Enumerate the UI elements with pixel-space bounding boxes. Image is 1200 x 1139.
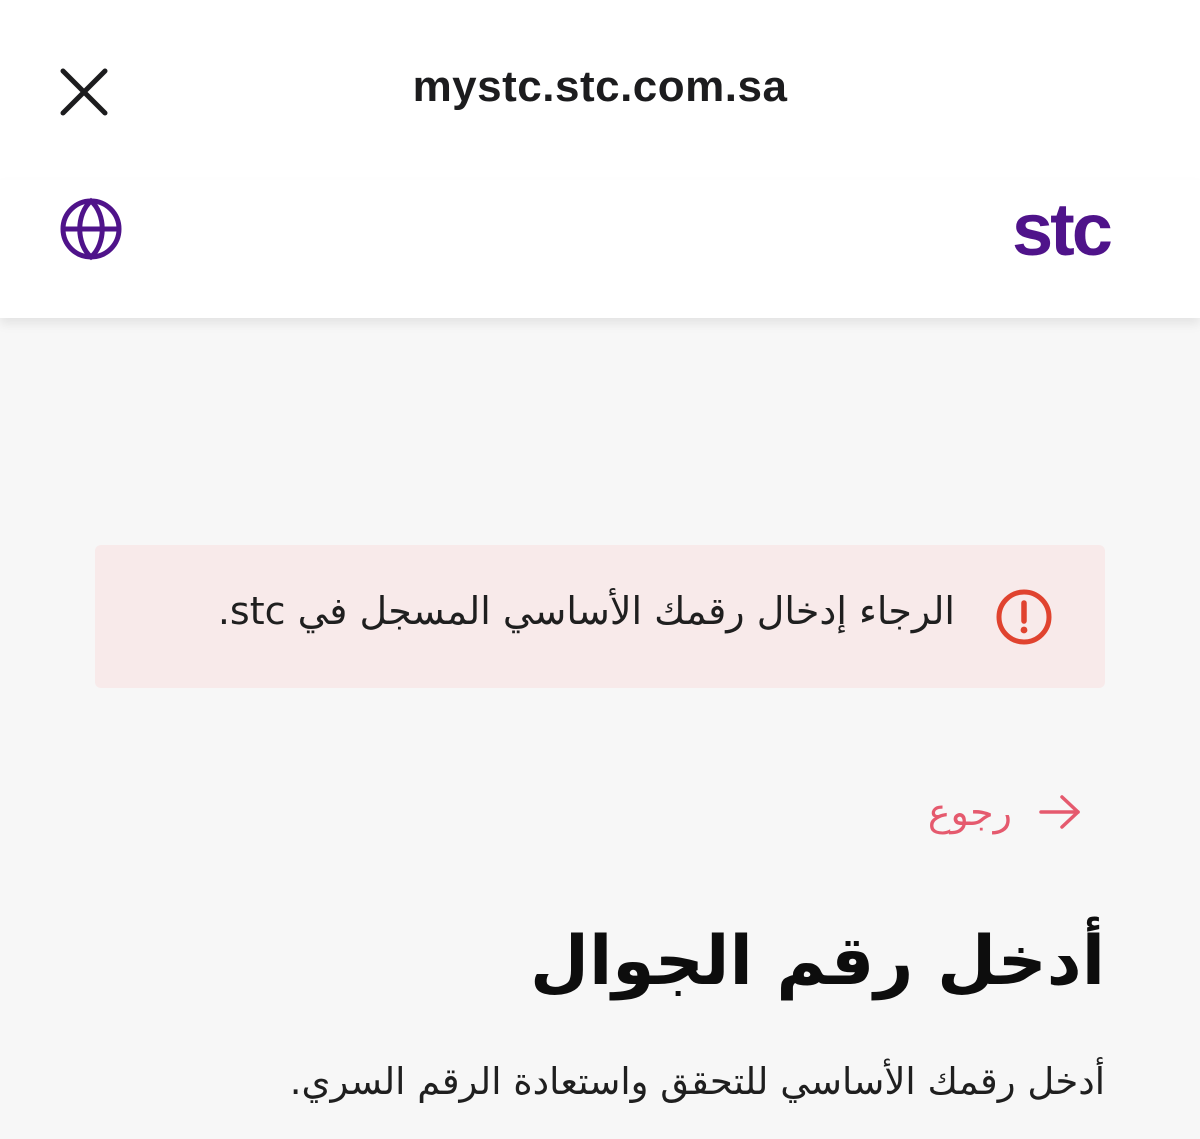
- site-header: stc: [0, 180, 1200, 318]
- browser-bar: mystc.stc.com.sa: [0, 0, 1200, 180]
- arrow-right-icon: [1038, 792, 1082, 832]
- back-link[interactable]: رجوع: [928, 790, 1082, 834]
- alert-message: الرجاء إدخال رقمك الأساسي المسجل في stc.: [217, 589, 955, 633]
- stc-logo[interactable]: stc: [1012, 188, 1142, 272]
- error-alert: الرجاء إدخال رقمك الأساسي المسجل في stc.: [95, 545, 1105, 688]
- logo-text: stc: [1012, 192, 1111, 271]
- back-label: رجوع: [927, 790, 1012, 834]
- url-text[interactable]: mystc.stc.com.sa: [0, 62, 1200, 112]
- globe-icon[interactable]: [58, 196, 124, 262]
- page-title: أدخل رقم الجوال: [529, 922, 1105, 1001]
- exclamation-circle-icon: [995, 588, 1053, 646]
- page-subtitle: أدخل رقمك الأساسي للتحقق واستعادة الرقم …: [289, 1060, 1105, 1103]
